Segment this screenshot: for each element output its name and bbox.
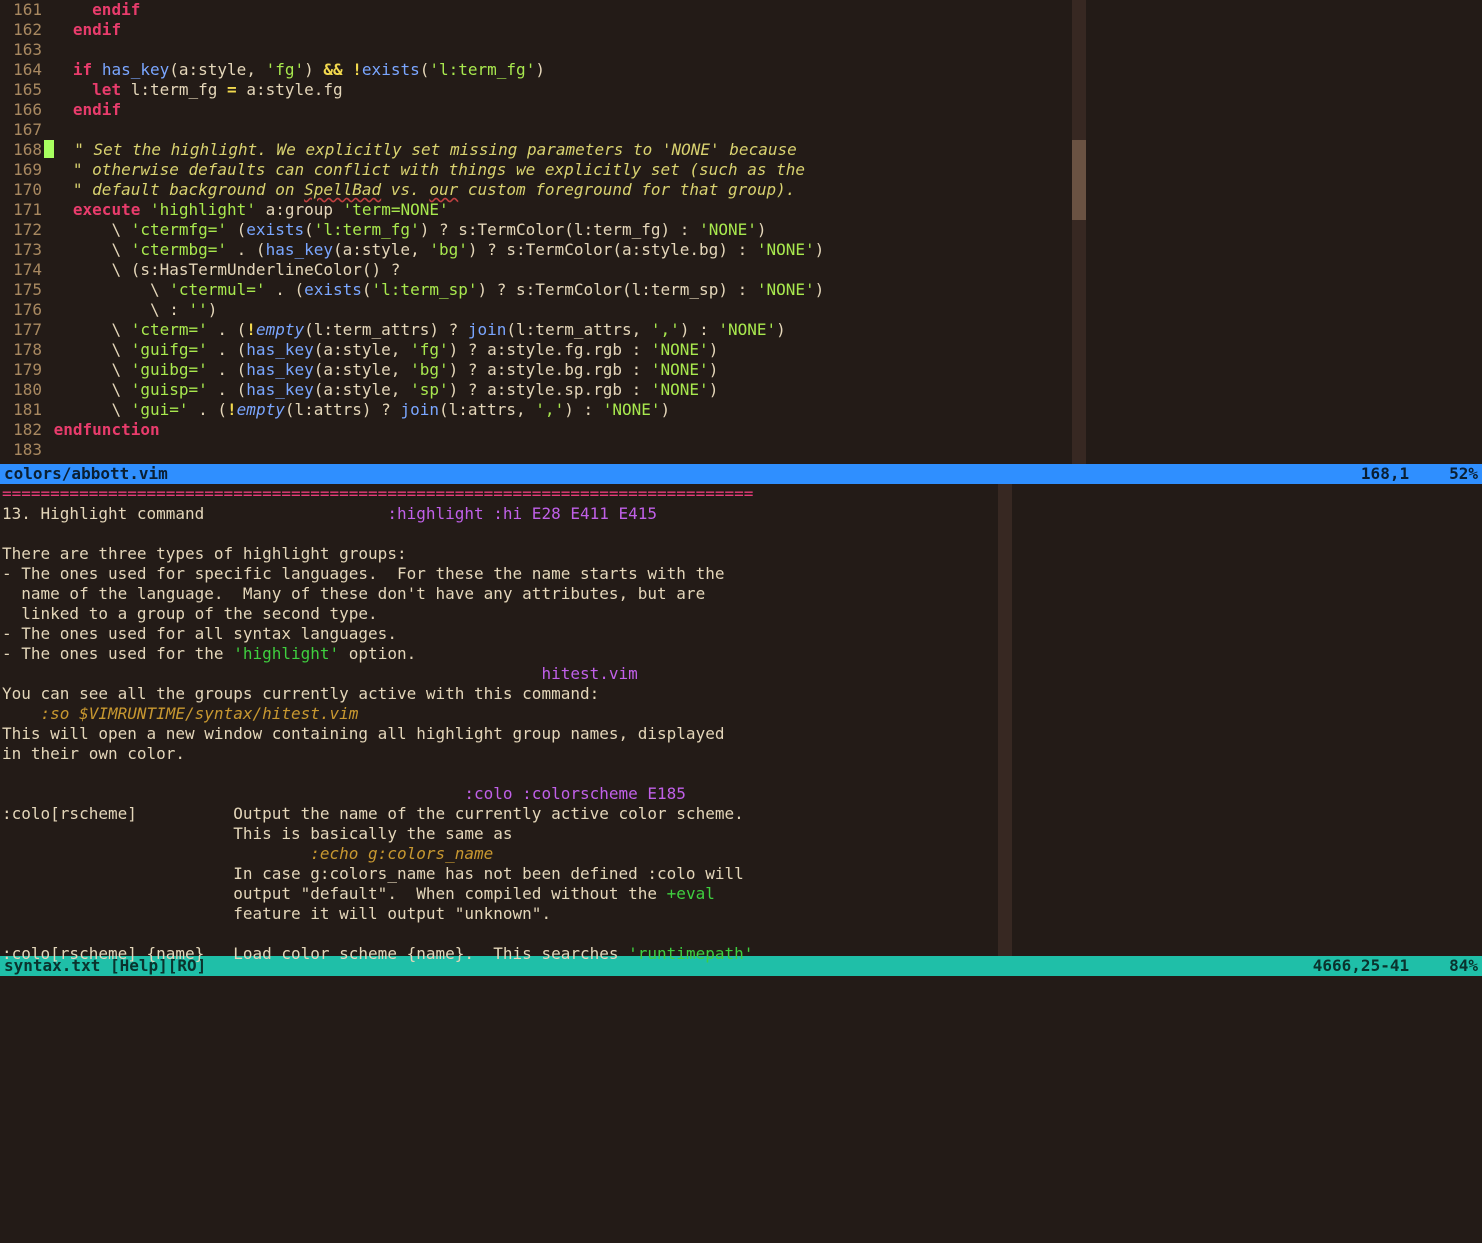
- line-number: 162: [0, 20, 42, 40]
- code-line[interactable]: " Set the highlight. We explicitly set m…: [44, 140, 1482, 160]
- help-window[interactable]: ========================================…: [0, 484, 1482, 956]
- line-number: 163: [0, 40, 42, 60]
- statusbar-file: colors/abbott.vim: [4, 464, 1361, 484]
- statusbar-position: 168,1: [1361, 464, 1409, 484]
- line-number: 161: [0, 0, 42, 20]
- help-line: 13. Highlight command :highlight :hi E28…: [0, 504, 1482, 524]
- statusbar-percent: 52%: [1449, 464, 1478, 484]
- line-number: 172: [0, 220, 42, 240]
- line-number: 182: [0, 420, 42, 440]
- help-line: in their own color.: [0, 744, 1482, 764]
- code-line[interactable]: [44, 40, 1482, 60]
- help-line: :colo[rscheme] {name} Load color scheme …: [0, 944, 1482, 964]
- editor-window-top[interactable]: 1611621631641651661671681691701711721731…: [0, 0, 1482, 464]
- code-line[interactable]: endif: [44, 100, 1482, 120]
- help-line: feature it will output "unknown".: [0, 904, 1482, 924]
- code-line[interactable]: [44, 440, 1482, 460]
- code-line[interactable]: " otherwise defaults can conflict with t…: [44, 160, 1482, 180]
- line-number: 170: [0, 180, 42, 200]
- code-line[interactable]: \ 'gui=' . (!empty(l:attrs) ? join(l:att…: [44, 400, 1482, 420]
- code-line[interactable]: \ 'guibg=' . (has_key(a:style, 'bg') ? a…: [44, 360, 1482, 380]
- line-number: 179: [0, 360, 42, 380]
- help-line: [0, 764, 1482, 784]
- line-number: 183: [0, 440, 42, 460]
- command-line[interactable]: [0, 976, 1482, 1243]
- scrollbar-thumb[interactable]: [1072, 140, 1086, 220]
- help-line: :colo :colorscheme E185: [0, 784, 1482, 804]
- code-line[interactable]: endif: [44, 0, 1482, 20]
- code-line[interactable]: \ 'cterm=' . (!empty(l:term_attrs) ? joi…: [44, 320, 1482, 340]
- help-line: You can see all the groups currently act…: [0, 684, 1482, 704]
- line-number: 178: [0, 340, 42, 360]
- help-line: This is basically the same as: [0, 824, 1482, 844]
- cursor: [44, 140, 54, 158]
- help-line: :colo[rscheme] Output the name of the cu…: [0, 804, 1482, 824]
- line-number: 164: [0, 60, 42, 80]
- code-line[interactable]: " default background on SpellBad vs. our…: [44, 180, 1482, 200]
- help-line: output "default". When compiled without …: [0, 884, 1482, 904]
- code-line[interactable]: [44, 120, 1482, 140]
- help-line: [0, 924, 1482, 944]
- code-line[interactable]: endfunction: [44, 420, 1482, 440]
- code-line[interactable]: \ 'ctermul=' . (exists('l:term_sp') ? s:…: [44, 280, 1482, 300]
- code-line[interactable]: \ 'ctermfg=' (exists('l:term_fg') ? s:Te…: [44, 220, 1482, 240]
- code-line[interactable]: \ 'ctermbg=' . (has_key(a:style, 'bg') ?…: [44, 240, 1482, 260]
- help-line: This will open a new window containing a…: [0, 724, 1482, 744]
- line-number: 167: [0, 120, 42, 140]
- line-number: 173: [0, 240, 42, 260]
- help-line: - The ones used for specific languages. …: [0, 564, 1482, 584]
- line-number: 166: [0, 100, 42, 120]
- code-line[interactable]: execute 'highlight' a:group 'term=NONE': [44, 200, 1482, 220]
- help-line: [0, 524, 1482, 544]
- help-line: linked to a group of the second type.: [0, 604, 1482, 624]
- code-line[interactable]: \ 'guifg=' . (has_key(a:style, 'fg') ? a…: [44, 340, 1482, 360]
- code-line[interactable]: \ : ''): [44, 300, 1482, 320]
- code-area[interactable]: endif endif if has_key(a:style, 'fg') &&…: [44, 0, 1482, 460]
- line-number: 181: [0, 400, 42, 420]
- help-line: ========================================…: [0, 484, 1482, 504]
- line-number: 180: [0, 380, 42, 400]
- code-line[interactable]: let l:term_fg = a:style.fg: [44, 80, 1482, 100]
- line-number: 169: [0, 160, 42, 180]
- line-number: 175: [0, 280, 42, 300]
- help-line: - The ones used for all syntax languages…: [0, 624, 1482, 644]
- code-line[interactable]: \ 'guisp=' . (has_key(a:style, 'sp') ? a…: [44, 380, 1482, 400]
- line-number: 174: [0, 260, 42, 280]
- line-number: 171: [0, 200, 42, 220]
- line-number: 168: [0, 140, 42, 160]
- line-number: 165: [0, 80, 42, 100]
- help-line: In case g:colors_name has not been defin…: [0, 864, 1482, 884]
- help-line: - The ones used for the 'highlight' opti…: [0, 644, 1482, 664]
- scrollbar-track[interactable]: [998, 484, 1012, 956]
- line-number-gutter: 1611621631641651661671681691701711721731…: [0, 0, 44, 460]
- scrollbar-track[interactable]: [1072, 0, 1086, 464]
- help-line: There are three types of highlight group…: [0, 544, 1482, 564]
- help-line: name of the language. Many of these don'…: [0, 584, 1482, 604]
- code-line[interactable]: \ (s:HasTermUnderlineColor() ?: [44, 260, 1482, 280]
- line-number: 176: [0, 300, 42, 320]
- line-number: 177: [0, 320, 42, 340]
- statusbar-active: colors/abbott.vim 168,1 52%: [0, 464, 1482, 484]
- help-line: hitest.vim: [0, 664, 1482, 684]
- code-line[interactable]: endif: [44, 20, 1482, 40]
- help-line: :so $VIMRUNTIME/syntax/hitest.vim: [0, 704, 1482, 724]
- help-line: :echo g:colors_name: [0, 844, 1482, 864]
- code-line[interactable]: if has_key(a:style, 'fg') && !exists('l:…: [44, 60, 1482, 80]
